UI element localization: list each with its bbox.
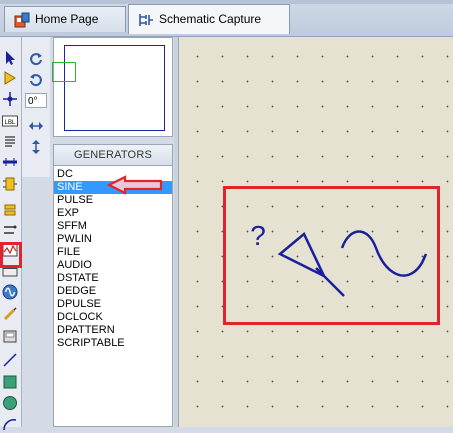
generator-item-pulse[interactable]: PULSE — [54, 194, 172, 207]
line-icon[interactable] — [1, 351, 19, 369]
mirror-vertical-icon[interactable] — [27, 138, 45, 156]
terminal-icon[interactable] — [1, 201, 19, 219]
generators-list[interactable]: DC SINE PULSE EXP SFFM PWLIN FILE AUDIO DSTATE DE… — [53, 166, 173, 427]
selection-mode-icon[interactable] — [1, 49, 19, 67]
generator-item-dpulse[interactable]: DPULSE — [54, 298, 172, 311]
generator-mode-icon[interactable] — [1, 283, 19, 301]
wire-label-icon[interactable]: LBL — [1, 112, 19, 130]
overview-viewport-rect[interactable] — [52, 62, 76, 82]
generator-item-dstate[interactable]: DSTATE — [54, 272, 172, 285]
annotation-highlight-box — [223, 186, 440, 325]
tab-schematic-label: Schematic Capture — [159, 12, 262, 26]
generator-item-file[interactable]: FILE — [54, 246, 172, 259]
generator-item-audio[interactable]: AUDIO — [54, 259, 172, 272]
generators-panel-title: GENERATORS — [53, 144, 173, 166]
schematic-icon — [137, 11, 155, 29]
rotate-anticlockwise-icon[interactable] — [27, 71, 45, 89]
generator-item-dedge[interactable]: DEDGE — [54, 285, 172, 298]
orientation-toolbar: 0° — [22, 37, 50, 177]
component-mode-icon[interactable] — [1, 69, 19, 87]
generator-item-sffm[interactable]: SFFM — [54, 220, 172, 233]
subcircuit-icon[interactable] — [1, 175, 19, 193]
text-script-icon[interactable] — [1, 133, 19, 151]
generator-item-scriptable[interactable]: SCRIPTABLE — [54, 337, 172, 350]
annotation-arrow — [106, 175, 163, 195]
generator-item-exp[interactable]: EXP — [54, 207, 172, 220]
generator-item-pwlin[interactable]: PWLIN — [54, 233, 172, 246]
tab-home-label: Home Page — [35, 12, 99, 26]
mode-toolbar: LBL — [0, 37, 22, 431]
bus-icon[interactable] — [1, 153, 19, 171]
voltage-probe-icon[interactable] — [1, 305, 19, 323]
overview-window[interactable] — [52, 37, 173, 137]
virtual-instrument-icon[interactable] — [1, 327, 19, 345]
rotate-clockwise-icon[interactable] — [27, 50, 45, 68]
mirror-horizontal-icon[interactable] — [27, 117, 45, 135]
circle-icon[interactable] — [1, 394, 19, 412]
rotation-angle-field[interactable]: 0° — [25, 93, 47, 108]
tab-schematic-capture[interactable]: Schematic Capture — [128, 4, 290, 34]
generator-mode-highlight — [0, 242, 22, 268]
generator-item-dclock[interactable]: DCLOCK — [54, 311, 172, 324]
box-icon[interactable] — [1, 373, 19, 391]
document-tab-bar: Home Page Schematic Capture — [0, 0, 453, 37]
svg-text:LBL: LBL — [5, 120, 16, 126]
generator-item-dpattern[interactable]: DPATTERN — [54, 324, 172, 337]
home-icon — [13, 11, 31, 29]
overview-sheet-border — [64, 45, 165, 131]
tab-home-page[interactable]: Home Page — [4, 6, 126, 32]
device-pin-icon[interactable] — [1, 221, 19, 239]
junction-icon[interactable] — [1, 90, 19, 108]
arc-icon[interactable] — [1, 415, 19, 433]
